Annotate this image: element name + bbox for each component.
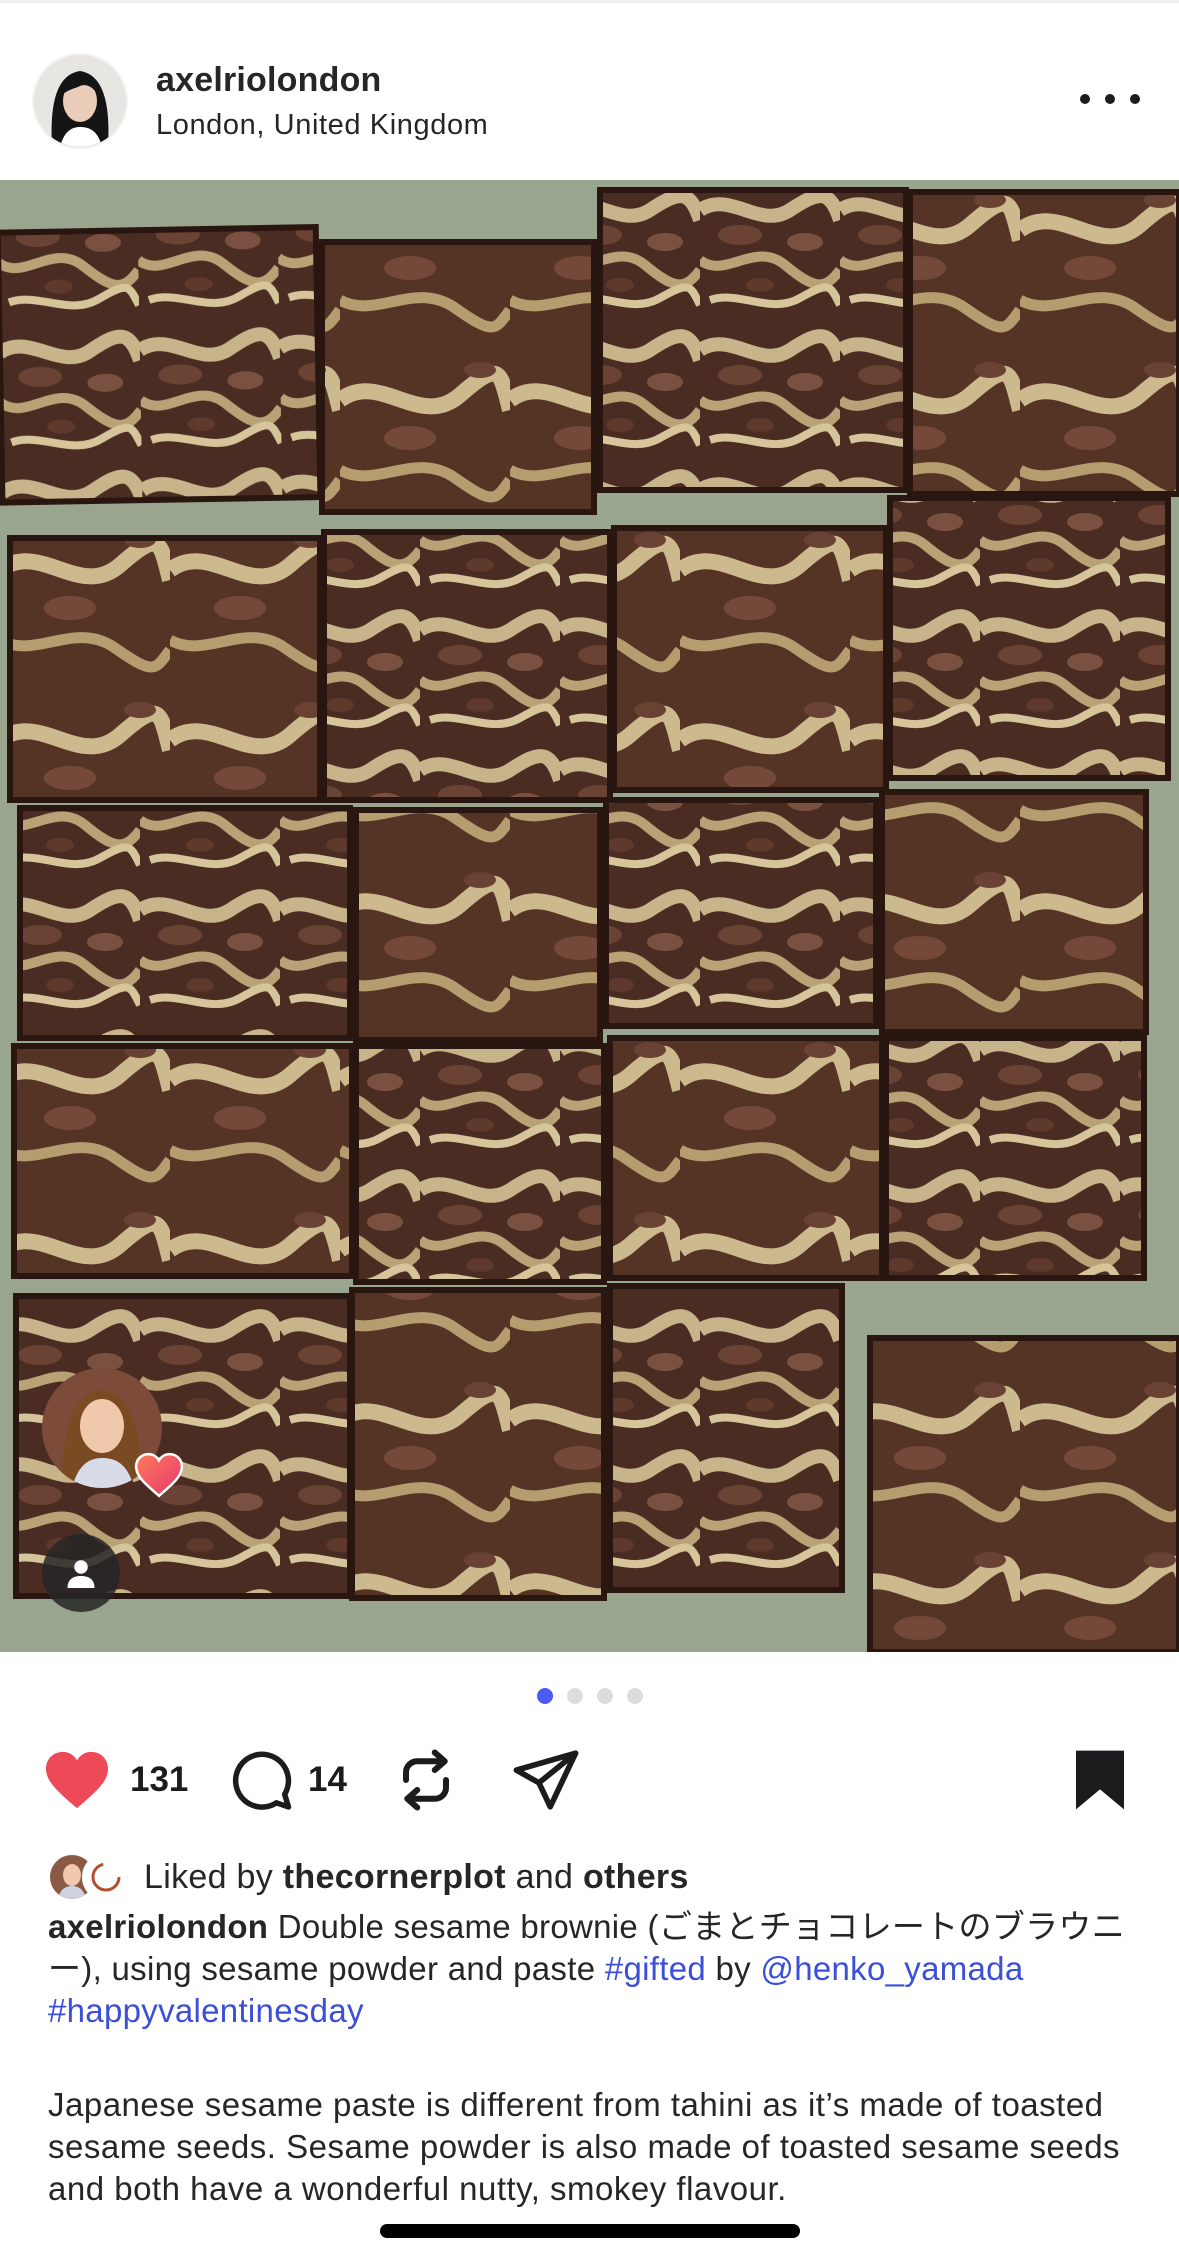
more-options-button[interactable] bbox=[1080, 79, 1140, 119]
send-icon bbox=[513, 1750, 579, 1810]
post-caption: axelriolondon Double sesame brownie (ごまと… bbox=[48, 1906, 1148, 2032]
hashtag-link[interactable]: #happyvalentinesday bbox=[48, 1992, 364, 2029]
repost-icon bbox=[403, 1749, 449, 1811]
like-button[interactable]: 131 bbox=[42, 1740, 188, 1820]
post-location[interactable]: London, United Kingdom bbox=[156, 109, 488, 142]
author-avatar[interactable] bbox=[32, 53, 128, 149]
heart-reaction-icon bbox=[134, 1452, 184, 1498]
liked-by-text[interactable]: Liked by thecornerplot and others bbox=[144, 1858, 689, 1897]
liked-by-user[interactable]: thecornerplot bbox=[283, 1858, 506, 1896]
caption-author[interactable]: axelriolondon bbox=[48, 1908, 268, 1945]
carousel-dot bbox=[566, 1688, 583, 1704]
liker-avatar-2 bbox=[82, 1853, 130, 1901]
comment-button[interactable]: 14 bbox=[228, 1740, 347, 1820]
person-icon bbox=[67, 1560, 95, 1588]
bookmark-filled-icon bbox=[1076, 1750, 1124, 1810]
post-photo[interactable] bbox=[0, 180, 1179, 1652]
repost-button[interactable] bbox=[396, 1740, 456, 1820]
caption-paragraph: Japanese sesame paste is different from … bbox=[48, 2086, 1121, 2207]
tagged-users-button[interactable] bbox=[42, 1534, 120, 1612]
like-count[interactable]: 131 bbox=[130, 1760, 188, 1800]
carousel-indicator bbox=[0, 1688, 1179, 1708]
liked-by-prefix: Liked by bbox=[144, 1857, 274, 1896]
mention-link[interactable]: @henko_yamada bbox=[760, 1950, 1023, 1987]
more-dot-icon bbox=[1080, 94, 1090, 104]
liked-by-row[interactable]: Liked by thecornerplot and others bbox=[48, 1850, 689, 1904]
carousel-dot-active bbox=[536, 1688, 553, 1704]
post-header: axelriolondon London, United Kingdom bbox=[0, 3, 1179, 180]
carousel-dot bbox=[626, 1688, 643, 1704]
share-button[interactable] bbox=[512, 1740, 580, 1820]
comment-bubble-icon bbox=[232, 1751, 292, 1810]
action-bar: 131 14 bbox=[0, 1740, 1179, 1820]
liked-by-others[interactable]: others bbox=[583, 1858, 689, 1896]
heart-filled-icon bbox=[46, 1751, 108, 1809]
liked-by-and: and bbox=[515, 1857, 574, 1896]
comment-count[interactable]: 14 bbox=[308, 1760, 347, 1800]
save-button[interactable] bbox=[1072, 1740, 1128, 1820]
author-username[interactable]: axelriolondon bbox=[156, 61, 382, 100]
carousel-dot bbox=[596, 1688, 613, 1704]
more-dot-icon bbox=[1130, 94, 1140, 104]
caption-text-by: by bbox=[715, 1950, 751, 1987]
hashtag-link[interactable]: #gifted bbox=[605, 1950, 706, 1987]
home-indicator[interactable] bbox=[380, 2224, 800, 2238]
more-dot-icon bbox=[1105, 94, 1115, 104]
